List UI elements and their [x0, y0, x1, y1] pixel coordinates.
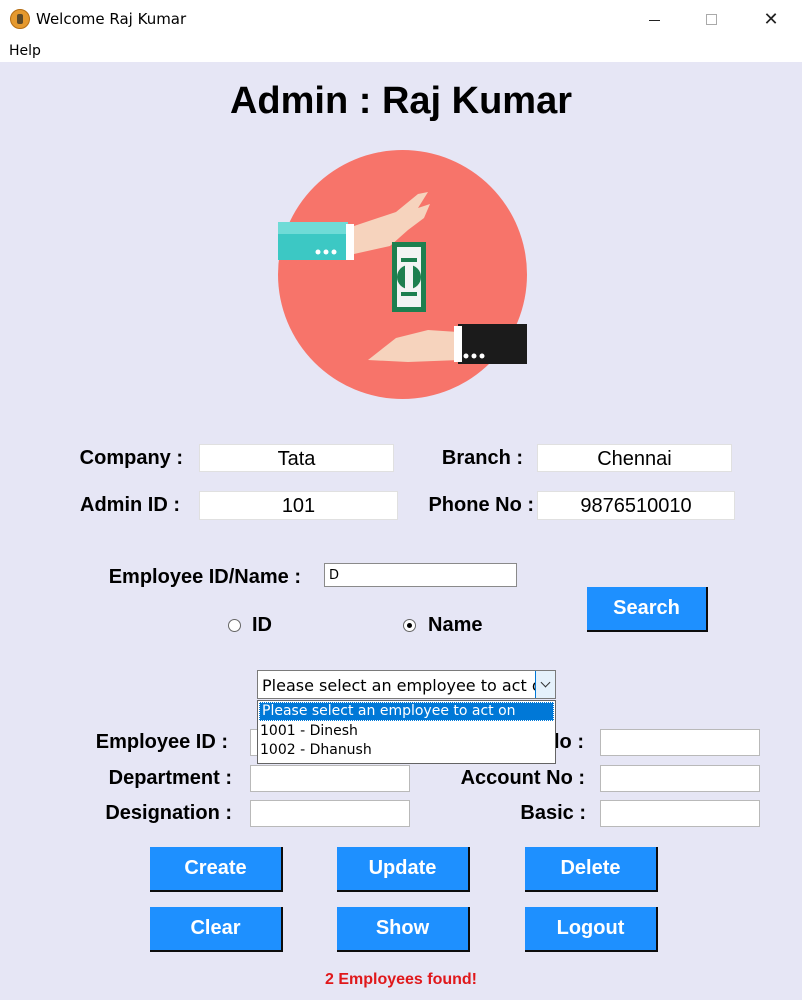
- phone-value: 9876510010: [537, 491, 735, 520]
- designation-label: Designation :: [105, 802, 232, 824]
- radio-id-label: ID: [252, 614, 272, 636]
- phone-label: Phone No :: [428, 494, 534, 516]
- search-button[interactable]: Search: [587, 587, 708, 632]
- logout-button[interactable]: Logout: [525, 907, 658, 952]
- employee-select-value: Please select an employee to act on: [262, 676, 552, 695]
- employee-dropdown-list[interactable]: Please select an employee to act on 1001…: [257, 700, 556, 764]
- company-value: Tata: [199, 444, 394, 472]
- show-button[interactable]: Show: [337, 907, 470, 952]
- menu-bar: Help: [0, 40, 802, 62]
- radio-id[interactable]: [228, 619, 241, 632]
- basic-label: Basic :: [520, 802, 586, 824]
- dropdown-option[interactable]: Please select an employee to act on: [259, 702, 554, 721]
- close-icon: ✕: [763, 9, 779, 30]
- clear-button[interactable]: Clear: [150, 907, 283, 952]
- admin-id-value: 101: [199, 491, 398, 520]
- chevron-down-icon[interactable]: [535, 671, 555, 698]
- search-label: Employee ID/Name :: [108, 566, 301, 588]
- branch-value: Chennai: [537, 444, 732, 472]
- minimize-button[interactable]: [640, 6, 670, 34]
- delete-button[interactable]: Delete: [525, 847, 658, 892]
- dropdown-option[interactable]: 1001 - Dinesh: [258, 722, 555, 741]
- menu-help[interactable]: Help: [9, 43, 41, 59]
- title-bar: Welcome Raj Kumar ✕: [0, 0, 802, 40]
- employee-id-label: Employee ID :: [95, 731, 228, 753]
- employee-phone-field[interactable]: [600, 729, 760, 756]
- window-title: Welcome Raj Kumar: [36, 10, 187, 28]
- page-title: Admin : Raj Kumar: [229, 80, 573, 122]
- radio-name[interactable]: [403, 619, 416, 632]
- search-input[interactable]: [324, 563, 517, 587]
- dropdown-option[interactable]: 1002 - Dhanush: [258, 741, 555, 760]
- basic-field[interactable]: [600, 800, 760, 827]
- update-button[interactable]: Update: [337, 847, 470, 892]
- admin-id-label: Admin ID :: [80, 494, 180, 516]
- close-button[interactable]: ✕: [756, 6, 786, 34]
- radio-name-label: Name: [428, 614, 483, 636]
- payment-logo-icon: [278, 150, 527, 399]
- account-no-label: Account No :: [460, 767, 585, 789]
- company-label: Company :: [79, 447, 183, 469]
- status-message: 2 Employees found!: [324, 971, 478, 988]
- department-label: Department :: [108, 767, 232, 789]
- maximize-button[interactable]: [698, 6, 728, 34]
- employee-select[interactable]: Please select an employee to act on: [257, 670, 556, 699]
- branch-label: Branch :: [441, 447, 523, 469]
- designation-field[interactable]: [250, 800, 410, 827]
- create-button[interactable]: Create: [150, 847, 283, 892]
- app-icon: [10, 9, 30, 29]
- account-no-field[interactable]: [600, 765, 760, 792]
- department-field[interactable]: [250, 765, 410, 792]
